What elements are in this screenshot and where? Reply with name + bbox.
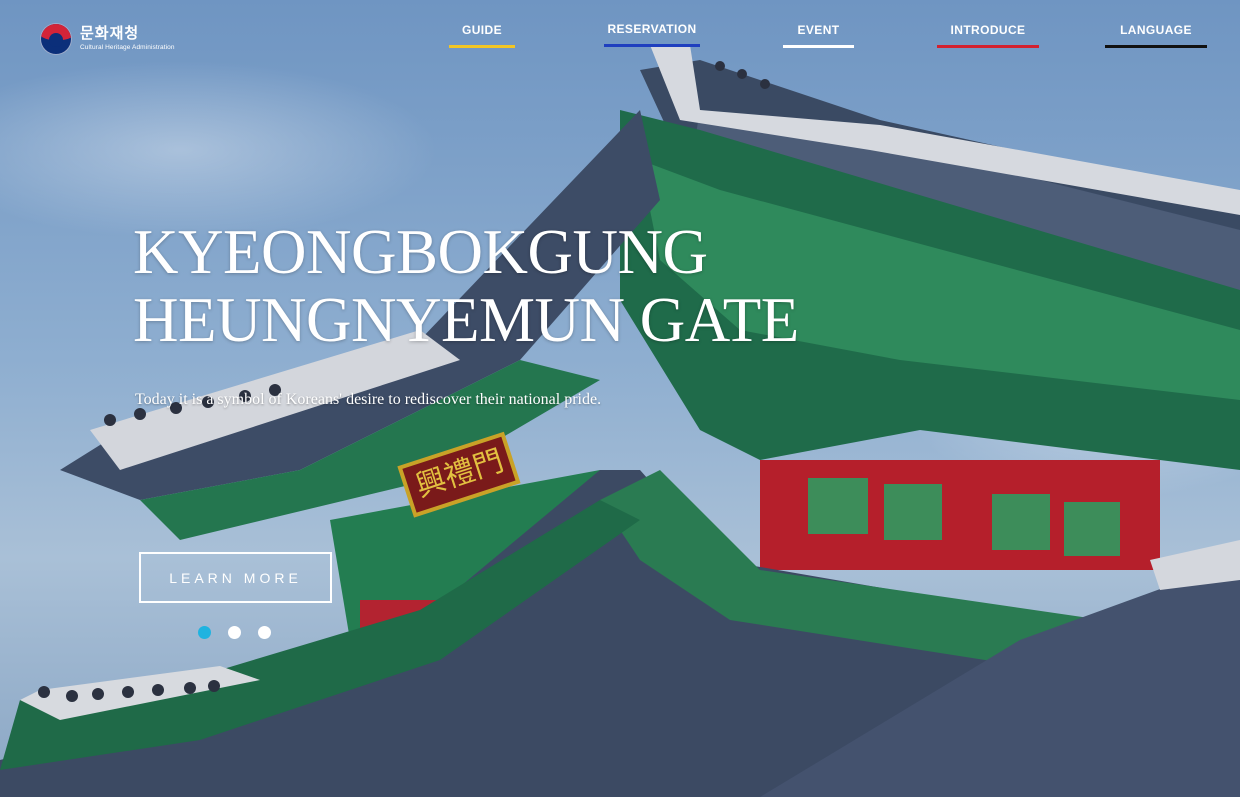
hero-title-line-1: KYEONGBOKGUNG: [133, 217, 708, 287]
nav-introduce-underline: [937, 45, 1039, 48]
nav-guide-underline: [449, 45, 515, 48]
nav-event-label: EVENT: [797, 23, 840, 37]
hero-subtitle: Today it is a symbol of Koreans' desire …: [135, 391, 602, 408]
nav-guide-label: GUIDE: [461, 23, 502, 37]
nav-event[interactable]: EVENT: [783, 20, 854, 48]
nav-language-underline: [1105, 45, 1207, 48]
nav-guide[interactable]: GUIDE: [449, 20, 515, 48]
slider-dot-2[interactable]: [228, 626, 241, 639]
main-nav: GUIDE RESERVATION EVENT INTRODUCE LANGUA…: [0, 20, 1240, 48]
nav-event-underline: [783, 45, 854, 48]
hero-title-line-2: HEUNGNYEMUN GATE: [133, 285, 799, 355]
slider-dot-1[interactable]: [198, 626, 211, 639]
nav-reservation-underline: [604, 44, 700, 47]
nav-reservation[interactable]: RESERVATION: [604, 19, 700, 47]
slider-dot-3[interactable]: [258, 626, 271, 639]
nav-language-label: LANGUAGE: [1120, 23, 1192, 37]
hero-title: KYEONGBOKGUNG HEUNGNYEMUN GATE: [133, 218, 893, 354]
nav-language[interactable]: LANGUAGE: [1105, 20, 1207, 48]
learn-more-button[interactable]: LEARN MORE: [139, 552, 332, 603]
nav-reservation-label: RESERVATION: [607, 22, 697, 36]
slider-pagination: [198, 626, 271, 639]
nav-introduce-label: INTRODUCE: [950, 23, 1026, 37]
site-header: 문화재청 Cultural Heritage Administration GU…: [0, 0, 1240, 70]
nav-introduce[interactable]: INTRODUCE: [937, 20, 1039, 48]
